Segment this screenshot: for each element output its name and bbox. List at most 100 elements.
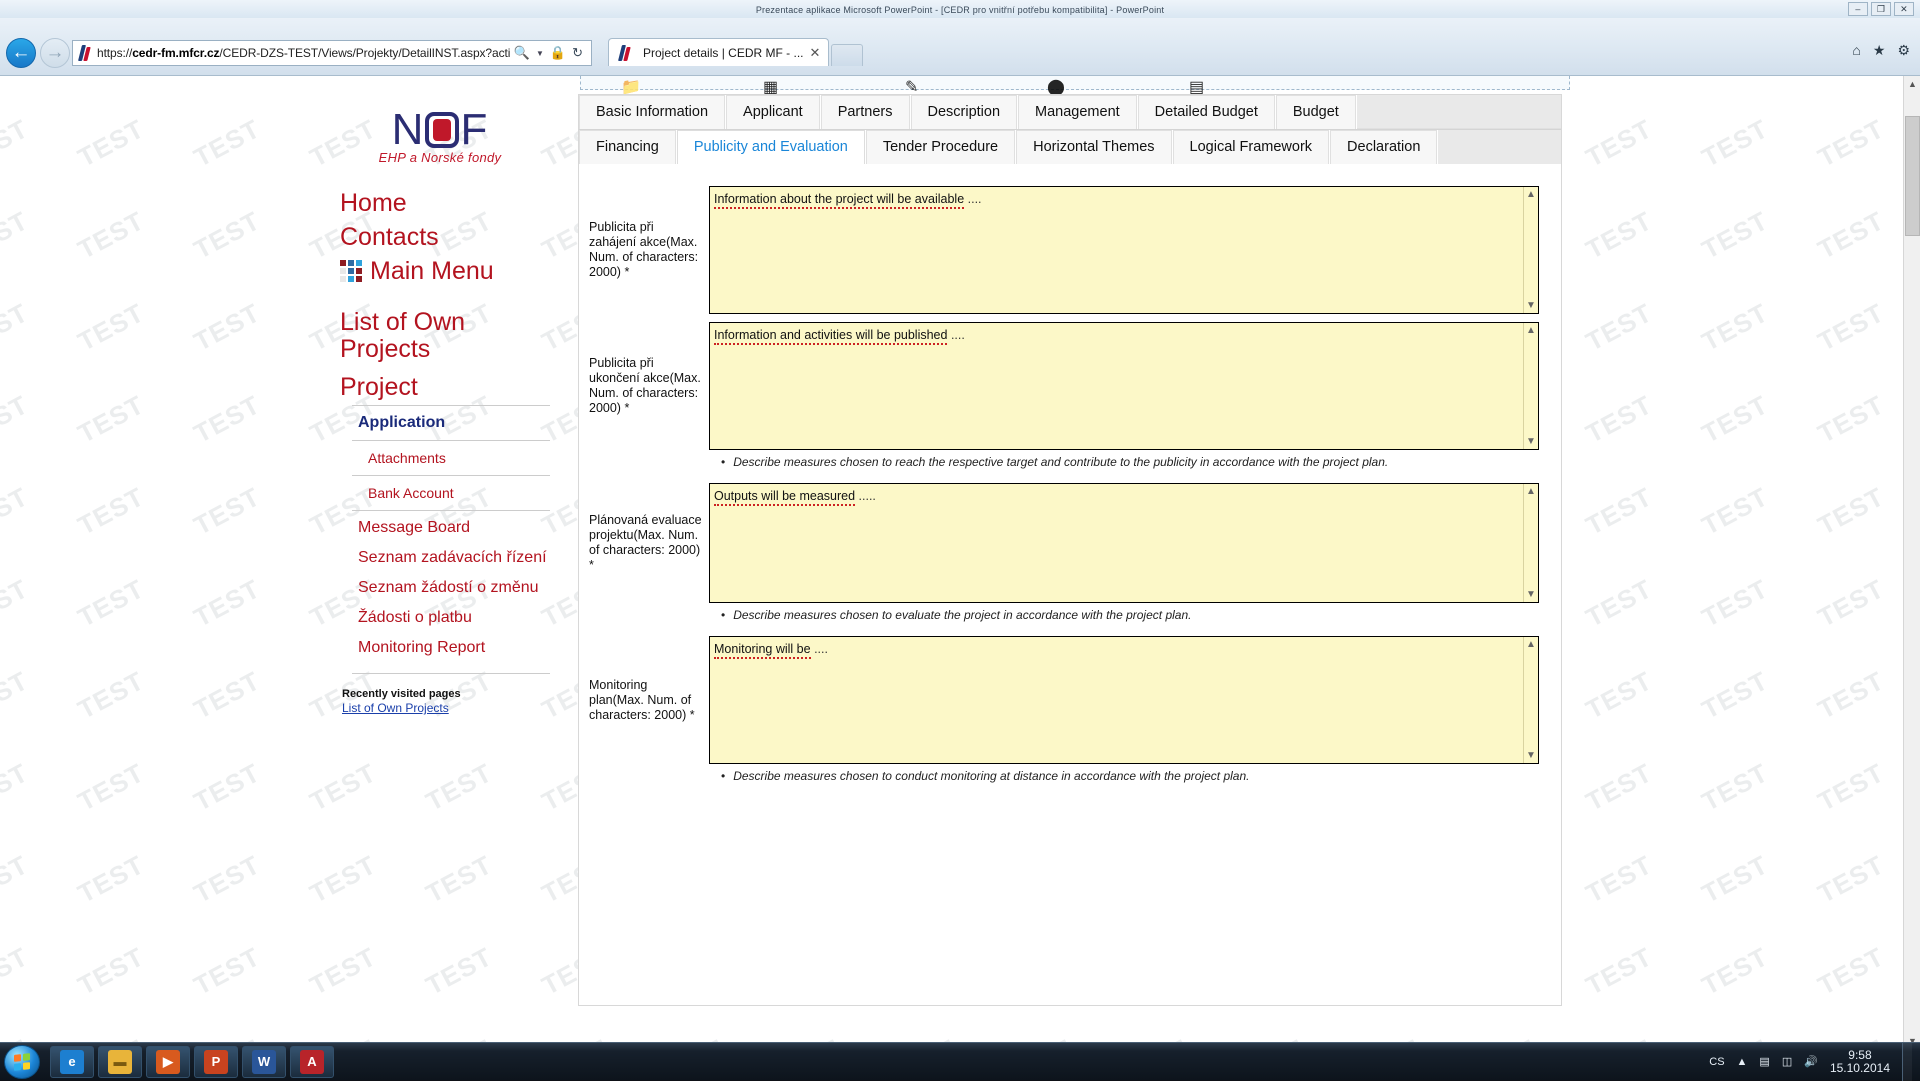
- taskbar-acrobat[interactable]: A: [290, 1046, 334, 1078]
- taskbar-word[interactable]: W: [242, 1046, 286, 1078]
- show-desktop-button[interactable]: [1902, 1043, 1912, 1081]
- sidebar-item-attachments[interactable]: Attachments: [340, 443, 550, 473]
- watermark-text: TEST: [73, 849, 150, 909]
- label-monitoring-plan: Monitoring plan(Max. Num. of characters:…: [589, 636, 709, 764]
- tab-logical-framework[interactable]: Logical Framework: [1173, 130, 1330, 164]
- taskbar-app-buttons[interactable]: e ▬ ▶ P W A: [50, 1046, 334, 1078]
- sidebar-link-main-menu[interactable]: Main Menu: [340, 255, 550, 287]
- network-icon[interactable]: ▤: [1759, 1055, 1769, 1068]
- volume-icon[interactable]: 🔊: [1804, 1055, 1818, 1068]
- scroll-up-icon[interactable]: ▲: [1526, 325, 1536, 336]
- form-row-publicita-ukonceni: Publicita při ukončení akce(Max. Num. of…: [589, 322, 1539, 450]
- taskbar-internet-explorer[interactable]: e: [50, 1046, 94, 1078]
- tab-basic-information[interactable]: Basic Information: [579, 95, 725, 129]
- sidebar-link-home[interactable]: Home: [340, 187, 550, 219]
- sidebar-item-seznam-zadavacich-rizeni[interactable]: Seznam zadávacích řízení: [340, 543, 550, 573]
- textarea-scrollbar-publicita-zahajeni[interactable]: ▲ ▼: [1523, 187, 1538, 313]
- taskbar-file-explorer[interactable]: ▬: [98, 1046, 142, 1078]
- textarea-publicita-ukonceni[interactable]: Information and activities will be publi…: [709, 322, 1539, 450]
- clock[interactable]: 9:58 15.10.2014: [1830, 1049, 1890, 1075]
- page-scrollbar[interactable]: ▲ ▼: [1903, 76, 1920, 1050]
- scroll-up-icon[interactable]: ▲: [1526, 639, 1536, 650]
- page-viewport: TESTTESTTESTTESTTESTTESTTESTTESTTESTTEST…: [0, 76, 1920, 1050]
- watermark-text: TEST: [305, 849, 382, 909]
- scroll-down-icon[interactable]: ▼: [1526, 436, 1536, 447]
- sidebar-main-menu-label[interactable]: Main Menu: [370, 255, 494, 287]
- page-scroll-thumb[interactable]: [1905, 116, 1920, 236]
- scroll-down-icon[interactable]: ▼: [1526, 750, 1536, 761]
- system-tray[interactable]: CS ▲ ▤ ◫ 🔊 9:58 15.10.2014: [1709, 1043, 1920, 1081]
- url-text[interactable]: https://cedr-fm.mfcr.cz/CEDR-DZS-TEST/Vi…: [97, 46, 510, 60]
- tab-declaration[interactable]: Declaration: [1330, 130, 1437, 164]
- page-scroll-up-icon[interactable]: ▲: [1904, 76, 1920, 93]
- tab-applicant[interactable]: Applicant: [726, 95, 820, 129]
- powerpoint-window-controls[interactable]: – ❐ ✕: [1848, 2, 1914, 16]
- sidebar-item-zadosti-o-platbu[interactable]: Žádosti o platbu: [340, 603, 550, 633]
- navigation-buttons[interactable]: ← →: [6, 38, 70, 68]
- sidebar-item-application[interactable]: Application: [340, 408, 550, 438]
- browser-command-icons[interactable]: ⌂ ★ ⚙: [1852, 42, 1910, 59]
- minimize-icon[interactable]: –: [1848, 2, 1868, 16]
- favorites-icon[interactable]: ★: [1873, 42, 1886, 59]
- tab-financing[interactable]: Financing: [579, 130, 676, 164]
- sidebar-link-project[interactable]: Project: [340, 371, 550, 403]
- textarea-publicita-zahajeni[interactable]: Information about the project will be av…: [709, 186, 1539, 314]
- close-icon[interactable]: ✕: [1894, 2, 1914, 16]
- textarea-scrollbar-publicita-ukonceni[interactable]: ▲ ▼: [1523, 323, 1538, 449]
- sidebar-top-links: Home Contacts Main Menu: [330, 187, 550, 287]
- tab-management[interactable]: Management: [1018, 95, 1137, 129]
- tab-partners[interactable]: Partners: [821, 95, 910, 129]
- scroll-down-icon[interactable]: ▼: [1526, 300, 1536, 311]
- chevron-down-icon[interactable]: ▼: [536, 49, 544, 58]
- start-button[interactable]: [4, 1045, 40, 1079]
- sidebar-divider: [352, 510, 550, 511]
- textarea-scrollbar-planovana-evaluace[interactable]: ▲ ▼: [1523, 484, 1538, 602]
- recently-visited-link[interactable]: List of Own Projects: [342, 701, 550, 715]
- tab-horizontal-themes[interactable]: Horizontal Themes: [1016, 130, 1171, 164]
- tab-budget[interactable]: Budget: [1276, 95, 1356, 129]
- watermark-text: TEST: [1813, 573, 1890, 633]
- back-arrow-icon[interactable]: ←: [6, 38, 36, 68]
- form-row-monitoring-plan: Monitoring plan(Max. Num. of characters:…: [589, 636, 1539, 764]
- browser-tabstrip[interactable]: Project details | CEDR MF - ... ✕: [608, 38, 863, 66]
- sidebar-divider: [352, 405, 550, 406]
- tab-description[interactable]: Description: [911, 95, 1018, 129]
- scroll-up-icon[interactable]: ▲: [1526, 486, 1536, 497]
- new-tab-button[interactable]: [831, 44, 863, 66]
- scroll-up-icon[interactable]: ▲: [1526, 189, 1536, 200]
- tab-tender-procedure[interactable]: Tender Procedure: [866, 130, 1015, 164]
- sidebar-item-message-board[interactable]: Message Board: [340, 513, 550, 543]
- watermark-text: TEST: [305, 757, 382, 817]
- chevron-up-icon[interactable]: ▲: [1737, 1056, 1748, 1068]
- tab-row-secondary[interactable]: Financing Publicity and Evaluation Tende…: [579, 130, 1561, 164]
- textarea-monitoring-plan[interactable]: Monitoring will be ....: [709, 636, 1539, 764]
- textarea-planovana-evaluace[interactable]: Outputs will be measured .....: [709, 483, 1539, 603]
- tab-detailed-budget[interactable]: Detailed Budget: [1138, 95, 1275, 129]
- forward-arrow-icon[interactable]: →: [40, 38, 70, 68]
- taskbar-powerpoint[interactable]: P: [194, 1046, 238, 1078]
- textarea-scrollbar-monitoring-plan[interactable]: ▲ ▼: [1523, 637, 1538, 763]
- browser-tab-active[interactable]: Project details | CEDR MF - ... ✕: [608, 38, 829, 66]
- sidebar-item-bank-account[interactable]: Bank Account: [340, 478, 550, 508]
- scroll-down-icon[interactable]: ▼: [1526, 589, 1536, 600]
- home-icon[interactable]: ⌂: [1852, 42, 1860, 59]
- address-bar-icons[interactable]: 🔍 ▼ 🔒 ↻: [510, 45, 587, 61]
- sidebar-item-monitoring-report[interactable]: Monitoring Report: [340, 633, 550, 663]
- monitor-icon[interactable]: ◫: [1782, 1055, 1792, 1068]
- tab-row-primary[interactable]: Basic Information Applicant Partners Des…: [579, 95, 1561, 130]
- language-indicator[interactable]: CS: [1709, 1056, 1724, 1068]
- sidebar-link-list-of-own-projects[interactable]: List of Own Projects: [340, 309, 550, 363]
- acrobat-icon: A: [300, 1050, 324, 1074]
- taskbar-media-player[interactable]: ▶: [146, 1046, 190, 1078]
- page-toolbar-peek: 📁 ▦ ✎ ⬤ ▤: [580, 76, 1570, 90]
- address-bar[interactable]: https://cedr-fm.mfcr.cz/CEDR-DZS-TEST/Vi…: [72, 40, 592, 66]
- maximize-icon[interactable]: ❐: [1871, 2, 1891, 16]
- refresh-icon[interactable]: ↻: [572, 45, 583, 61]
- sidebar-link-contacts[interactable]: Contacts: [340, 221, 550, 253]
- bullet-icon: •: [721, 608, 725, 622]
- tab-close-icon[interactable]: ✕: [809, 45, 820, 61]
- sidebar-item-seznam-zadosti-o-zmenu[interactable]: Seznam žádostí o změnu: [340, 573, 550, 603]
- search-icon[interactable]: 🔍: [514, 45, 530, 61]
- tab-publicity-and-evaluation[interactable]: Publicity and Evaluation: [677, 130, 865, 164]
- tools-icon[interactable]: ⚙: [1897, 42, 1910, 59]
